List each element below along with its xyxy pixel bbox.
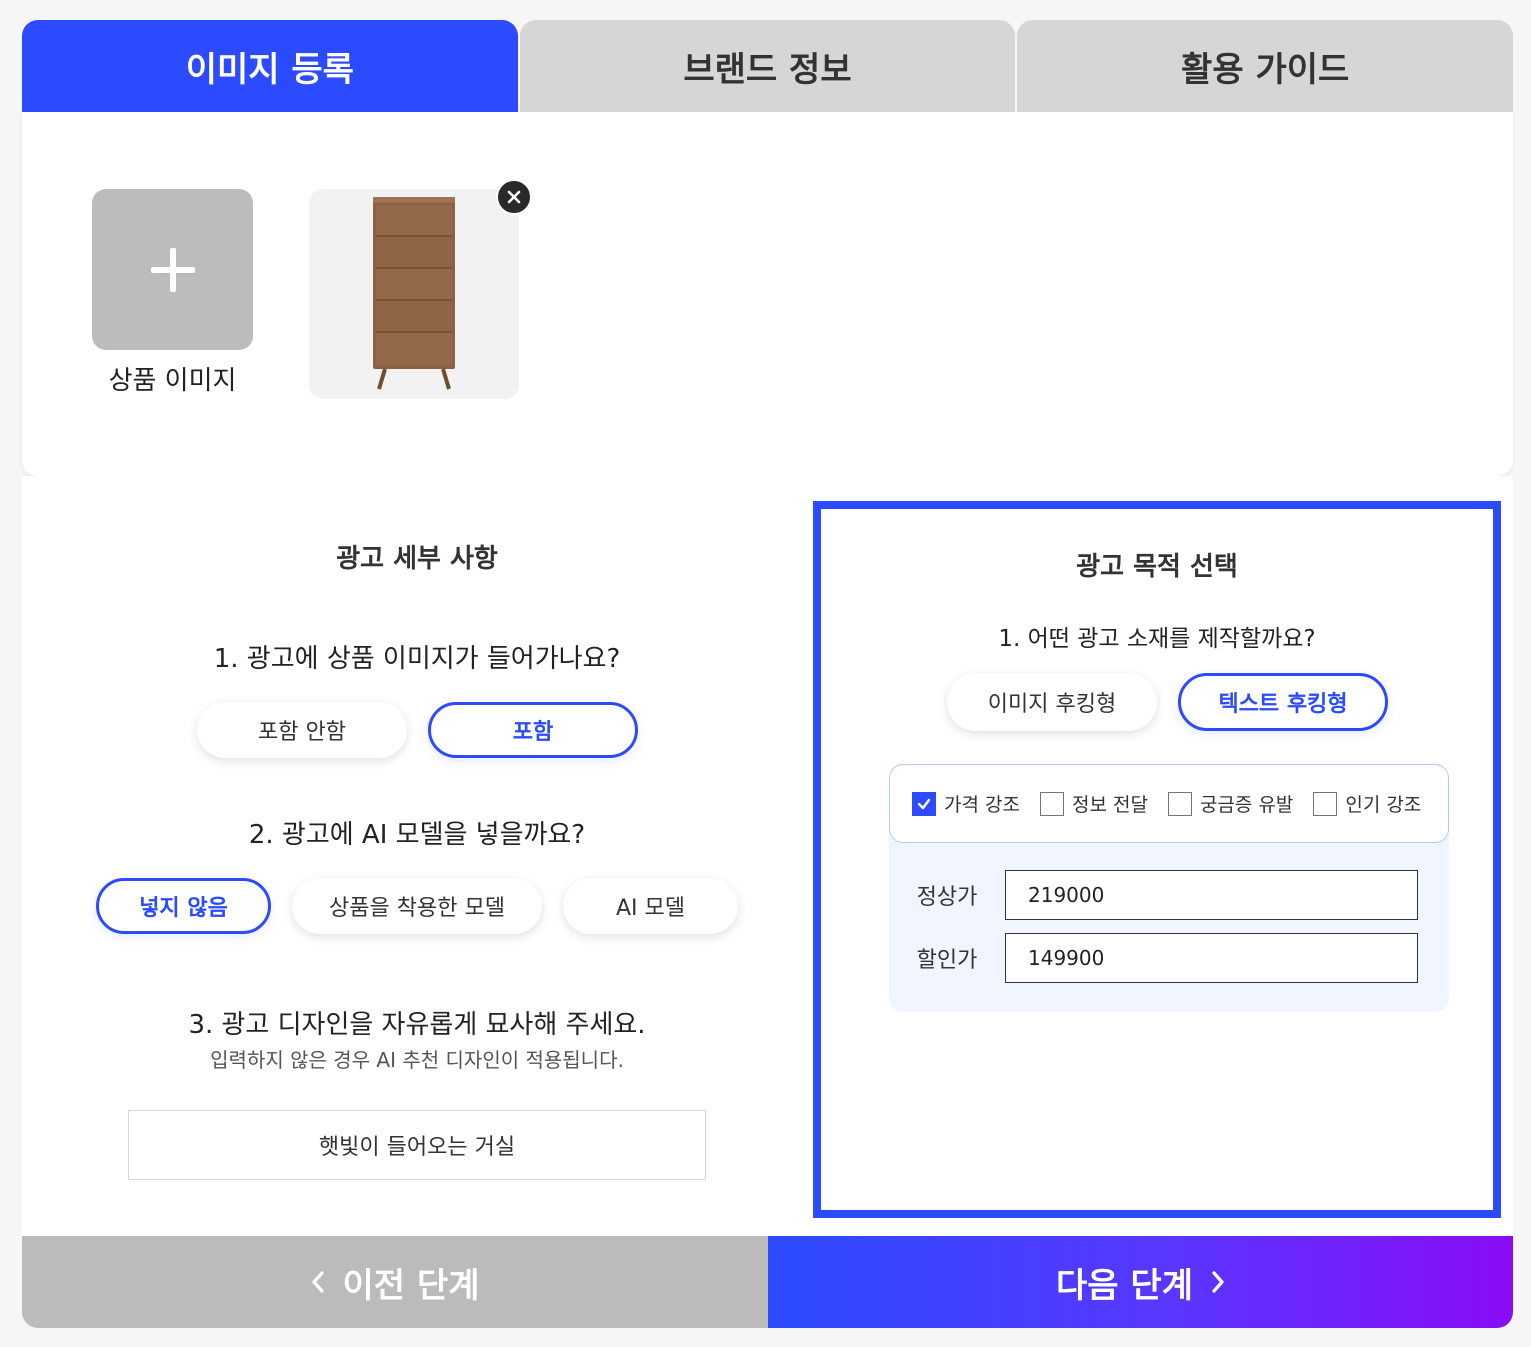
prev-step-label: 이전 단계 [342,1265,480,1306]
checkbox-info-delivery[interactable]: 정보 전달 [1039,790,1148,817]
tab-label: 브랜드 정보 [683,49,852,90]
checkbox-label: 궁금증 유발 [1199,794,1294,816]
option-text-hooking[interactable]: 텍스트 후킹형 [1178,673,1388,731]
add-image-button[interactable] [92,189,253,350]
ad-details-title: 광고 세부 사항 [336,544,498,574]
purpose-options-box: 가격 강조 정보 전달 궁금증 유발 인기 강조 정상가 219000 할인가 … [889,764,1449,1012]
regular-price-row: 정상가 [889,870,1449,920]
image-upload-card: 상품 이미지 [22,112,1513,476]
checkbox-curiosity[interactable]: 궁금증 유발 [1167,790,1294,817]
close-icon [507,190,521,204]
checkbox-label: 정보 전달 [1071,794,1148,816]
option-wearing-model[interactable]: 상품을 착용한 모델 [292,878,542,934]
remove-image-button[interactable] [496,179,532,215]
design-description-input[interactable] [128,1110,706,1180]
next-step-button[interactable]: 다음 단계 [768,1236,1513,1328]
question-ai-model: 2. 광고에 AI 모델을 넣을까요? [248,820,586,850]
checkbox-unchecked [1167,791,1192,816]
tab-label: 이미지 등록 [185,49,354,90]
checkbox-unchecked [1039,791,1064,816]
checkbox-checked [912,791,936,816]
options-section: 광고 세부 사항 1. 광고에 상품 이미지가 들어가나요? 포함 안함 포함 … [22,476,1513,1236]
tab-label: 활용 가이드 [1181,49,1350,90]
chevron-right-icon [1211,1270,1225,1294]
add-image-label: 상품 이미지 [108,366,237,396]
tab-usage-guide[interactable]: 활용 가이드 [1017,20,1514,112]
regular-price-input[interactable] [1005,870,1418,920]
question-ad-type: 1. 어떤 광고 소재를 제작할까요? [998,626,1316,652]
ad-details-panel: 광고 세부 사항 1. 광고에 상품 이미지가 들어가나요? 포함 안함 포함 … [22,476,812,1236]
checkbox-unchecked [1313,791,1338,816]
option-exclude-product[interactable]: 포함 안함 [197,702,407,758]
ad-purpose-panel: 광고 목적 선택 1. 어떤 광고 소재를 제작할까요? 이미지 후킹형 텍스트… [813,501,1501,1218]
step-tabs: 이미지 등록 브랜드 정보 활용 가이드 [22,20,1514,112]
question-design-description: 3. 광고 디자인을 자유롭게 묘사해 주세요. [188,1010,646,1040]
app: 이미지 등록 브랜드 정보 활용 가이드 상품 이미지 광고 세부 사항 1. … [22,20,1514,1328]
option-label: 이미지 후킹형 [987,692,1117,717]
chevron-left-icon [311,1270,325,1294]
option-label: 상품을 착용한 모델 [329,896,505,921]
plus-icon [150,247,195,292]
checkbox-popularity[interactable]: 인기 강조 [1313,790,1421,817]
design-hint: 입력하지 않은 경우 AI 추천 디자인이 적용됩니다. [210,1048,624,1072]
tab-brand-info[interactable]: 브랜드 정보 [519,20,1016,112]
sale-price-input[interactable] [1005,933,1418,983]
sale-price-label: 할인가 [916,948,978,973]
option-label: 텍스트 후킹형 [1218,692,1348,717]
option-label: AI 모델 [615,896,685,921]
sale-price-row: 할인가 [889,933,1449,983]
question-product-image: 1. 광고에 상품 이미지가 들어가나요? [213,644,621,674]
purpose-checkbox-row: 가격 강조 정보 전달 궁금증 유발 인기 강조 [889,764,1449,843]
checkbox-label: 가격 강조 [944,794,1020,816]
ad-purpose-title: 광고 목적 선택 [1076,552,1238,582]
footer-nav: 이전 단계 다음 단계 [22,1236,1513,1328]
option-include-product[interactable]: 포함 [428,702,638,758]
prev-step-button[interactable]: 이전 단계 [22,1236,768,1328]
option-label: 포함 안함 [258,720,346,745]
option-image-hooking[interactable]: 이미지 후킹형 [947,673,1157,731]
tab-image-register[interactable]: 이미지 등록 [22,20,518,112]
option-no-model[interactable]: 넣지 않음 [96,878,271,934]
option-label: 넣지 않음 [139,896,228,921]
next-step-label: 다음 단계 [1056,1265,1193,1306]
check-icon [917,798,931,809]
dresser-image [373,197,455,390]
regular-price-label: 정상가 [916,885,978,910]
option-ai-model[interactable]: AI 모델 [563,878,738,934]
product-image-thumbnail[interactable] [309,189,519,399]
checkbox-price-emphasis[interactable]: 가격 강조 [912,790,1020,817]
option-label: 포함 [512,720,554,745]
checkbox-label: 인기 강조 [1345,794,1422,816]
